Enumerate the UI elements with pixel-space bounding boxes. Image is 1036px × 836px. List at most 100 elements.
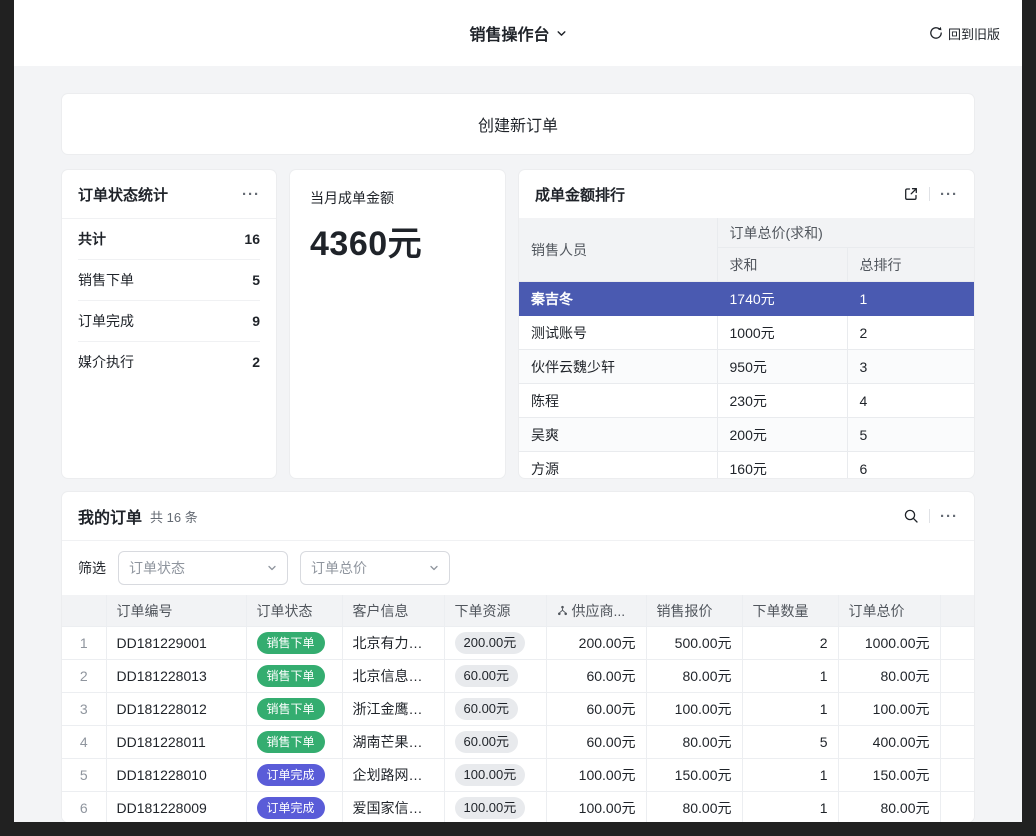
- ranking-row[interactable]: 吴爽 200元 5: [519, 418, 974, 452]
- filter-order-total-select[interactable]: 订单总价: [300, 551, 450, 585]
- select-placeholder: 订单状态: [129, 558, 185, 578]
- ranking-card-header: 成单金额排行 ···: [519, 170, 974, 218]
- order-status-cell: 销售下单: [246, 693, 342, 726]
- col-order-status: 订单状态: [246, 595, 342, 627]
- ranking-table: 销售人员 订单总价(求和) 求和 总排行 秦吉冬 1740元 1: [519, 218, 974, 478]
- customer-cell: 浙江金鹰卡...: [342, 693, 444, 726]
- app-title-dropdown[interactable]: 销售操作台: [469, 21, 566, 45]
- order-no-cell: DD181228009: [106, 792, 246, 823]
- ranking-card: 成单金额排行 ···: [519, 170, 974, 478]
- more-icon[interactable]: ···: [940, 509, 958, 524]
- qty-cell: 1: [742, 693, 838, 726]
- order-status-card-title: 订单状态统计: [78, 184, 168, 205]
- table-row[interactable]: 3 DD181228012 销售下单 浙江金鹰卡... 60.00元 60.00…: [62, 693, 974, 726]
- row-number: 2: [62, 660, 106, 693]
- my-orders-count: 共 16 条: [150, 507, 198, 526]
- status-badge: 订单完成: [257, 797, 325, 819]
- supplier-cell: 200.00元: [546, 627, 646, 660]
- ranking-row[interactable]: 秦吉冬 1740元 1: [519, 282, 974, 316]
- person-name: 陈程: [519, 384, 717, 418]
- status-badge: 订单完成: [257, 764, 325, 786]
- status-label: 订单完成: [78, 311, 134, 331]
- more-icon[interactable]: ···: [242, 187, 260, 202]
- table-row[interactable]: 2 DD181228013 销售下单 北京信息大... 60.00元 60.00…: [62, 660, 974, 693]
- row-number-header: [62, 595, 106, 627]
- search-icon[interactable]: [903, 508, 919, 524]
- quote-cell: 80.00元: [646, 726, 742, 759]
- ranking-row[interactable]: 方源 160元 6: [519, 452, 974, 479]
- table-row[interactable]: 5 DD181228010 订单完成 企划路网络... 100.00元 100.…: [62, 759, 974, 792]
- table-row[interactable]: 6 DD181228009 订单完成 爱国家信息... 100.00元 100.…: [62, 792, 974, 823]
- ranking-col-person: 销售人员: [519, 218, 717, 282]
- ranking-row[interactable]: 陈程 230元 4: [519, 384, 974, 418]
- customer-cell: 北京有力量...: [342, 627, 444, 660]
- rank-value: 4: [847, 384, 974, 418]
- order-no-cell: DD181229001: [106, 627, 246, 660]
- ranking-row[interactable]: 测试账号 1000元 2: [519, 316, 974, 350]
- rank-value: 1: [847, 282, 974, 316]
- restore-icon: [929, 26, 943, 40]
- status-row-sales[interactable]: 销售下单 5: [78, 260, 260, 301]
- order-no-cell: DD181228013: [106, 660, 246, 693]
- create-order-label: 创建新订单: [478, 112, 558, 136]
- person-name: 秦吉冬: [519, 282, 717, 316]
- col-resource: 下单资源: [444, 595, 546, 627]
- col-qty: 下单数量: [742, 595, 838, 627]
- clipped-cell: [940, 660, 974, 693]
- export-icon[interactable]: [903, 186, 919, 202]
- resource-tag: 60.00元: [455, 698, 519, 720]
- back-to-old-button[interactable]: 回到旧版: [929, 0, 1000, 66]
- table-row[interactable]: 4 DD181228011 销售下单 湖南芒果娱... 60.00元 60.00…: [62, 726, 974, 759]
- create-order-button[interactable]: 创建新订单: [62, 94, 974, 154]
- resource-tag: 100.00元: [455, 797, 526, 819]
- sum-value: 1740元: [717, 282, 847, 316]
- supplier-cell: 100.00元: [546, 759, 646, 792]
- ranking-row[interactable]: 伙伴云魏少轩 950元 3: [519, 350, 974, 384]
- col-supplier-label: 供应商...: [572, 601, 626, 621]
- app-window: 销售操作台 回到旧版 创建新订单 订单状态统计: [14, 0, 1022, 822]
- status-row-total[interactable]: 共计 16: [78, 219, 260, 260]
- filter-order-status-select[interactable]: 订单状态: [118, 551, 288, 585]
- total-cell: 80.00元: [838, 792, 940, 823]
- ranking-col-rank: 总排行: [847, 248, 974, 282]
- sum-value: 160元: [717, 452, 847, 479]
- qty-cell: 1: [742, 759, 838, 792]
- status-badge: 销售下单: [257, 698, 325, 720]
- topbar: 销售操作台 回到旧版: [14, 0, 1022, 66]
- order-no-cell: DD181228012: [106, 693, 246, 726]
- customer-cell: 湖南芒果娱...: [342, 726, 444, 759]
- ranking-col-sum: 求和: [717, 248, 847, 282]
- filter-label: 筛选: [78, 558, 106, 578]
- status-row-media[interactable]: 媒介执行 2: [78, 342, 260, 382]
- status-value: 2: [252, 354, 260, 370]
- content-area: 创建新订单 订单状态统计 ··· 共计 16 销售下单 5: [14, 66, 1022, 822]
- status-label: 销售下单: [78, 270, 134, 290]
- month-amount-card: 当月成单金额 4360元: [290, 170, 505, 478]
- qty-cell: 2: [742, 627, 838, 660]
- rank-value: 2: [847, 316, 974, 350]
- col-clipped: [940, 595, 974, 627]
- qty-cell: 1: [742, 660, 838, 693]
- supplier-cell: 60.00元: [546, 693, 646, 726]
- sum-value: 1000元: [717, 316, 847, 350]
- status-value: 9: [252, 313, 260, 329]
- quote-cell: 80.00元: [646, 792, 742, 823]
- clipped-cell: [940, 693, 974, 726]
- order-no-cell: DD181228011: [106, 726, 246, 759]
- supplier-cell: 60.00元: [546, 726, 646, 759]
- my-orders-title: 我的订单: [78, 504, 142, 528]
- total-cell: 80.00元: [838, 660, 940, 693]
- row-number: 4: [62, 726, 106, 759]
- status-badge: 销售下单: [257, 632, 325, 654]
- row-number: 1: [62, 627, 106, 660]
- total-cell: 150.00元: [838, 759, 940, 792]
- qty-cell: 5: [742, 726, 838, 759]
- customer-cell: 北京信息大...: [342, 660, 444, 693]
- more-icon[interactable]: ···: [940, 187, 958, 202]
- quote-cell: 500.00元: [646, 627, 742, 660]
- resource-cell: 100.00元: [444, 759, 546, 792]
- order-status-cell: 销售下单: [246, 627, 342, 660]
- ranking-card-title: 成单金额排行: [535, 184, 625, 205]
- table-row[interactable]: 1 DD181229001 销售下单 北京有力量... 200.00元 200.…: [62, 627, 974, 660]
- status-row-done[interactable]: 订单完成 9: [78, 301, 260, 342]
